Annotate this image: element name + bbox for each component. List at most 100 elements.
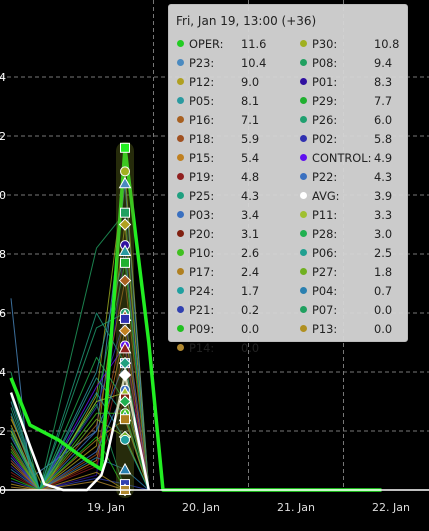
tooltip-series-name: P22: — [312, 170, 338, 184]
tooltip-series-name: P11: — [312, 208, 338, 222]
tooltip-series-name: P23: — [189, 56, 215, 70]
tooltip-item: P18: 5.9 — [177, 131, 281, 148]
series-dot-icon — [177, 116, 184, 123]
tooltip-series-name: P14: — [189, 341, 215, 355]
tooltip-series-value: 2.4 — [241, 265, 260, 279]
tooltip-item: P19: 4.8 — [177, 169, 281, 186]
tooltip-series-name: P16: — [189, 113, 215, 127]
tooltip-item: P29: 7.7 — [300, 93, 414, 110]
tooltip-series-value: 3.3 — [374, 208, 393, 222]
series-dot-icon — [300, 306, 307, 313]
tooltip-series-value: 11.6 — [241, 37, 267, 51]
series-dot-icon — [177, 287, 184, 294]
tooltip-item: AVG: 3.9 — [300, 188, 414, 205]
tooltip-series-value: 5.4 — [241, 151, 260, 165]
tooltip-series-value: 4.8 — [241, 170, 260, 184]
tooltip-series-name: P07: — [312, 303, 338, 317]
tooltip-series-value: 3.9 — [374, 189, 393, 203]
x-tick-label: 22. Jan — [372, 501, 410, 514]
tooltip-series-name: P01: — [312, 75, 338, 89]
tooltip-item: P03: 3.4 — [177, 207, 281, 224]
tooltip-series-value: 10.4 — [241, 56, 267, 70]
tooltip-item: P24: 1.7 — [177, 283, 281, 300]
tooltip-series-value: 3.1 — [241, 227, 260, 241]
series-dot-icon — [300, 287, 307, 294]
tooltip-series-value: 9.4 — [374, 56, 393, 70]
tooltip-item: P20: 3.1 — [177, 226, 281, 243]
tooltip-item: P13: 0.0 — [300, 321, 414, 338]
hover-marker-p24 — [120, 434, 130, 445]
tooltip-series-name: P03: — [189, 208, 215, 222]
series-dot-icon — [300, 78, 307, 85]
hover-marker-p08 — [120, 207, 130, 218]
series-dot-icon — [300, 249, 307, 256]
series-dot-icon — [177, 211, 184, 218]
series-dot-icon — [300, 230, 307, 237]
tooltip-series-value: 0.7 — [374, 284, 393, 298]
tooltip-item: P27: 1.8 — [300, 264, 414, 281]
tooltip-series-value: 5.8 — [374, 132, 393, 146]
series-dot-icon — [177, 59, 184, 66]
hover-marker-p30 — [120, 166, 130, 177]
tooltip-series-name: P15: — [189, 151, 215, 165]
tooltip-series-value: 10.8 — [374, 37, 400, 51]
series-dot-icon — [177, 192, 184, 199]
tooltip-series-name: P09: — [189, 322, 215, 336]
tooltip-series-value: 7.7 — [374, 94, 393, 108]
tooltip-item: P14: 0.0 — [177, 340, 281, 357]
tooltip-item: P26: 6.0 — [300, 112, 414, 129]
tooltip-series-value: 4.3 — [374, 170, 393, 184]
series-dot-icon — [300, 192, 307, 199]
x-tick-label: 20. Jan — [182, 501, 220, 514]
hover-marker-p29 — [120, 257, 130, 268]
tooltip-item: P11: 3.3 — [300, 207, 414, 224]
tooltip-series-name: AVG: — [312, 189, 340, 203]
series-dot-icon — [300, 154, 307, 161]
series-dot-icon — [300, 268, 307, 275]
tooltip-item: P02: 5.8 — [300, 131, 414, 148]
tooltip-item: P15: 5.4 — [177, 150, 281, 167]
tooltip-series-name: P21: — [189, 303, 215, 317]
series-dot-icon — [177, 40, 184, 47]
series-dot-icon — [177, 249, 184, 256]
x-axis-ticks: 19. Jan 20. Jan 21. Jan 22. Jan — [87, 501, 410, 514]
tooltip-series-value: 2.5 — [374, 246, 393, 260]
tooltip-series-value: 2.6 — [241, 246, 260, 260]
tooltip-series-name: P24: — [189, 284, 215, 298]
tooltip-series-name: P12: — [189, 75, 215, 89]
tooltip-item: P09: 0.0 — [177, 321, 281, 338]
tooltip-item: P23: 10.4 — [177, 55, 281, 72]
y-tick-label: 6 — [0, 307, 6, 320]
tooltip-item: P22: 4.3 — [300, 169, 414, 186]
tooltip-series-value: 9.0 — [241, 75, 260, 89]
y-tick-label: 8 — [0, 248, 6, 261]
series-dot-icon — [300, 135, 307, 142]
tooltip-series-value: 3.0 — [374, 227, 393, 241]
series-dot-icon — [177, 135, 184, 142]
y-tick-label: 0 — [0, 189, 6, 202]
tooltip-item: P30: 10.8 — [300, 36, 414, 53]
tooltip-series-value: 0.0 — [241, 322, 260, 336]
tooltip-item: OPER: 11.6 — [177, 36, 281, 53]
tooltip-series-value: 5.9 — [241, 132, 260, 146]
tooltip-series-name: P30: — [312, 37, 338, 51]
tooltip-series-value: 8.3 — [374, 75, 393, 89]
tooltip-series-name: P05: — [189, 94, 215, 108]
tooltip-series-name: P19: — [189, 170, 215, 184]
tooltip-item: P10: 2.6 — [177, 245, 281, 262]
tooltip-series-name: P04: — [312, 284, 338, 298]
tooltip-series-name: P02: — [312, 132, 338, 146]
tooltip-series-value: 1.8 — [374, 265, 393, 279]
y-tick-label: 2 — [0, 425, 6, 438]
tooltip-series-name: P06: — [312, 246, 338, 260]
x-tick-label: 21. Jan — [277, 501, 315, 514]
tooltip-series-value: 4.3 — [241, 189, 260, 203]
tooltip-series-name: P17: — [189, 265, 215, 279]
tooltip-series-name: P26: — [312, 113, 338, 127]
series-dot-icon — [177, 230, 184, 237]
tooltip-series-name: CONTROL: — [312, 151, 372, 165]
tooltip-series-value: 0.0 — [374, 303, 393, 317]
tooltip-item: P12: 9.0 — [177, 74, 281, 91]
tooltip-item: P17: 2.4 — [177, 264, 281, 281]
tooltip-series-value: 8.1 — [241, 94, 260, 108]
